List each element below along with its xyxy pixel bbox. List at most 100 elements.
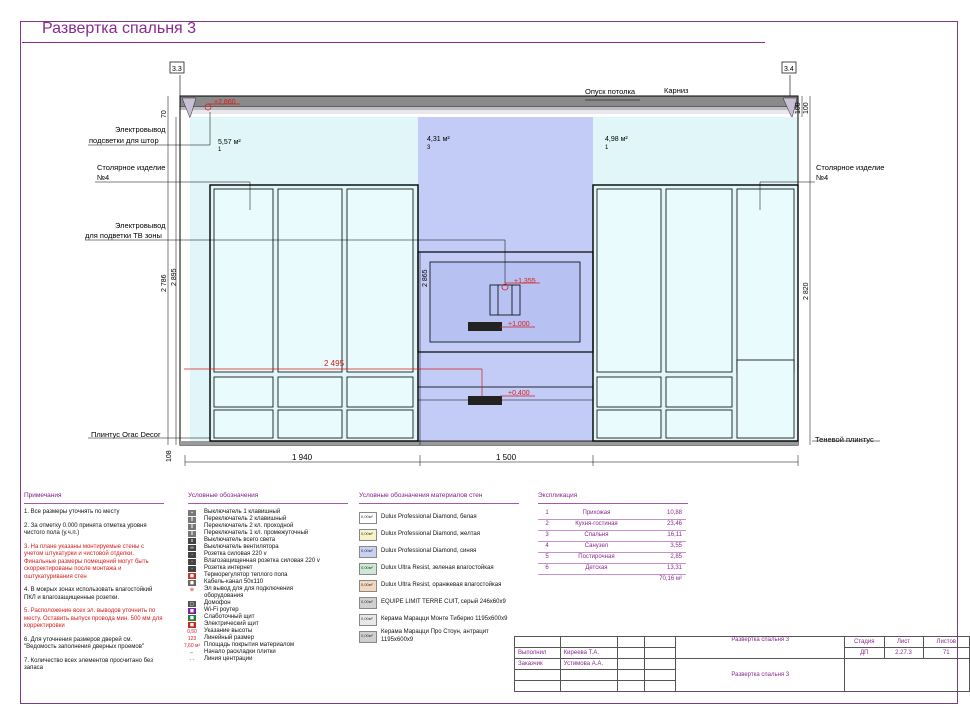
explication-row: 4 Санузел 3,55: [538, 541, 686, 554]
material-item: 0,00м² Dulux Ultra Resist, оранжевая влаг…: [359, 577, 519, 594]
material-item: 0,00м² EQUIPE LIMIT TERRE CUIT, серый 246…: [359, 594, 519, 611]
explication-cell-val: 23,46: [636, 519, 686, 532]
notes-block: Примечания 1. Все размеры уточнять по ме…: [24, 492, 164, 679]
explication-row: 3 Спальня 16,11: [538, 530, 686, 543]
material-item: 0,00м² Керама Марацци Монте Тиберио 1195х…: [359, 611, 519, 628]
material-label: Dulux Professional Diamond, синяя: [381, 547, 477, 554]
notes-header: Примечания: [24, 492, 164, 505]
explication-block: Экспликация 1 Прихожая 10,88 2 Кухня-гостина…: [538, 492, 688, 585]
stamp-list: 2.27.3: [883, 647, 924, 659]
explication-cell-name: Постирочная: [556, 552, 637, 565]
legend-symbol-icon: ⊕: [188, 586, 196, 593]
ceiling-drop: [179, 95, 799, 108]
note-item: 2. За отметку 0.000 принята отметка уров…: [24, 522, 147, 537]
dim-100-a: 100: [803, 102, 810, 114]
explication-row: 5 Постирочная 2,85: [538, 552, 686, 565]
stamp-sheet-title-2: Развертка спальня 3: [675, 658, 846, 692]
note-item: 5. Расположение всех эл. выводов уточнит…: [24, 608, 163, 630]
legend-symbol-icon: ∞: [188, 545, 196, 551]
legend-symbol-icon: ◼: [188, 621, 196, 628]
label-stolyarnoe-left-2: №4: [97, 173, 109, 182]
material-item: 0,00м² Dulux Ultra Resist, зеленая влагос…: [359, 560, 519, 577]
legend-symbol-icon: [188, 593, 196, 600]
stamp-stadia: ДП: [844, 647, 885, 659]
explication-row: 6 Детская 13,31: [538, 563, 686, 576]
socket-block-1000: [468, 322, 502, 331]
legend-block: Условные обозначения ▪ Выключатель 1 клав…: [184, 492, 348, 663]
material-item: 0,00м² Dulux Professional Diamond, желтая: [359, 526, 519, 543]
legend-symbol-icon: ◦: [188, 559, 196, 565]
notes-list: 1. Все размеры уточнять по месту 2. За от…: [24, 509, 164, 673]
stamp-zakazchik-label: Заказчик: [514, 658, 561, 670]
mark-1355: +1,355: [514, 278, 536, 285]
explication-cell-name: Спальня: [556, 530, 637, 543]
stamp-stadia-label: Стадия: [844, 636, 885, 648]
label-elektro-shtor-1: Электровывод: [115, 125, 166, 134]
explication-cell-name: Прихожая: [556, 509, 637, 521]
dim-100-b: 100: [795, 102, 802, 114]
material-swatch-icon: 0,00м²: [359, 545, 377, 558]
dim-2820: 2 820: [803, 282, 810, 300]
legend-symbol-icon: ▪: [188, 510, 196, 516]
legend-symbol-icon: II: [188, 531, 196, 537]
legend-label: Линия центрации: [204, 655, 253, 662]
label-karniz: Карниз: [664, 86, 689, 95]
materials-header: Условные обозначения материалов стен: [359, 492, 519, 505]
label-plintus: Плинтус Orac Decor: [91, 430, 161, 439]
mark-1000: +1,000: [508, 321, 530, 328]
stamp-zakazchik: Устимова А.А.: [559, 658, 619, 670]
note-item: 1. Все размеры уточнять по месту: [24, 509, 120, 516]
mark-0400: +0,400: [508, 390, 530, 397]
explication-cell-name: Санузел: [556, 541, 637, 554]
legend-symbol-icon: х: [188, 538, 196, 544]
explication-cell-n: 2: [538, 519, 557, 532]
elevation-drawing: 3.3 3.4 +2,860 +1,355 +1,000 +0,400 2 49…: [85, 61, 884, 466]
material-item: 0,00м² Dulux Professional Diamond, синяя: [359, 543, 519, 560]
legend-symbol-icon: ◼: [188, 607, 196, 614]
stamp-list-label: Лист: [883, 636, 924, 648]
material-label: Dulux Professional Diamond, желтая: [381, 530, 480, 537]
material-label: Dulux Ultra Resist, оранжевая влагостойк…: [381, 581, 502, 588]
material-label: Керама Марацци Про Стоун, антрацит 1195х…: [381, 629, 489, 643]
explication-cell-val: 3,55: [636, 541, 686, 554]
dim-108: 108: [166, 450, 173, 462]
mark-2860: +2,860: [214, 99, 236, 106]
explication-cell-n: 6: [538, 563, 557, 576]
explication-total: 70,16 м²: [659, 576, 682, 583]
material-swatch-icon: 0,00м²: [359, 596, 377, 609]
stamp-listov-label: Листов: [922, 636, 970, 648]
label-elektro-tv-1: Электровывод: [115, 221, 166, 230]
label-stolyarnoe-right-1: Столярное изделие: [816, 163, 884, 172]
explication-cell-name: Детская: [556, 563, 637, 576]
legend-symbol-icon: ◼: [188, 614, 196, 621]
note-item: 6. Для уточнения размеров дверей см. "Ве…: [24, 636, 145, 651]
dim-1940: 1 940: [292, 453, 313, 462]
material-item: 0,00м² Керама Марацци Про Стоун, антрацит…: [359, 628, 519, 645]
legend-symbol-icon: 0,50: [187, 628, 197, 635]
dim-70: 70: [161, 110, 168, 118]
legend-symbol-icon: ◦: [188, 552, 196, 558]
material-swatch-icon: 0,00м²: [359, 630, 377, 643]
dim-1500: 1 500: [496, 453, 517, 462]
legend-symbol-icon: II: [188, 517, 196, 523]
socket-block-400: [468, 396, 502, 405]
explication-cell-name: Кухня-гостиная: [556, 519, 637, 532]
explication-header: Экспликация: [538, 492, 688, 505]
label-elektro-shtor-2: подсветки для штор: [89, 136, 159, 145]
materials-block: Условные обозначения материалов стен 0,0…: [359, 492, 519, 645]
explication-cell-val: 2,85: [636, 552, 686, 565]
legend-header: Условные обозначения: [188, 492, 348, 505]
stamp-sheet-title: Развертка спальня 3: [675, 636, 846, 659]
explication-cell-val: 10,88: [636, 509, 686, 521]
stamp-vypolnil: Киреева Т.А.: [559, 647, 619, 659]
dim-2895: 2 895: [171, 268, 178, 286]
label-opusk: Опуск потолка: [585, 87, 636, 96]
axis-right-label: 3.4: [784, 66, 794, 73]
explication-cell-n: 5: [538, 552, 557, 565]
material-swatch-icon: 0,00м²: [359, 562, 377, 575]
area-2-value: 4,31 м²: [427, 136, 450, 143]
stamp-vypolnil-label: Выполнил: [514, 647, 561, 659]
legend-item: - - Линия центрации: [188, 656, 348, 663]
legend-symbol-icon: - -: [188, 656, 196, 663]
legend-symbol-icon: ⌐: [188, 650, 196, 656]
